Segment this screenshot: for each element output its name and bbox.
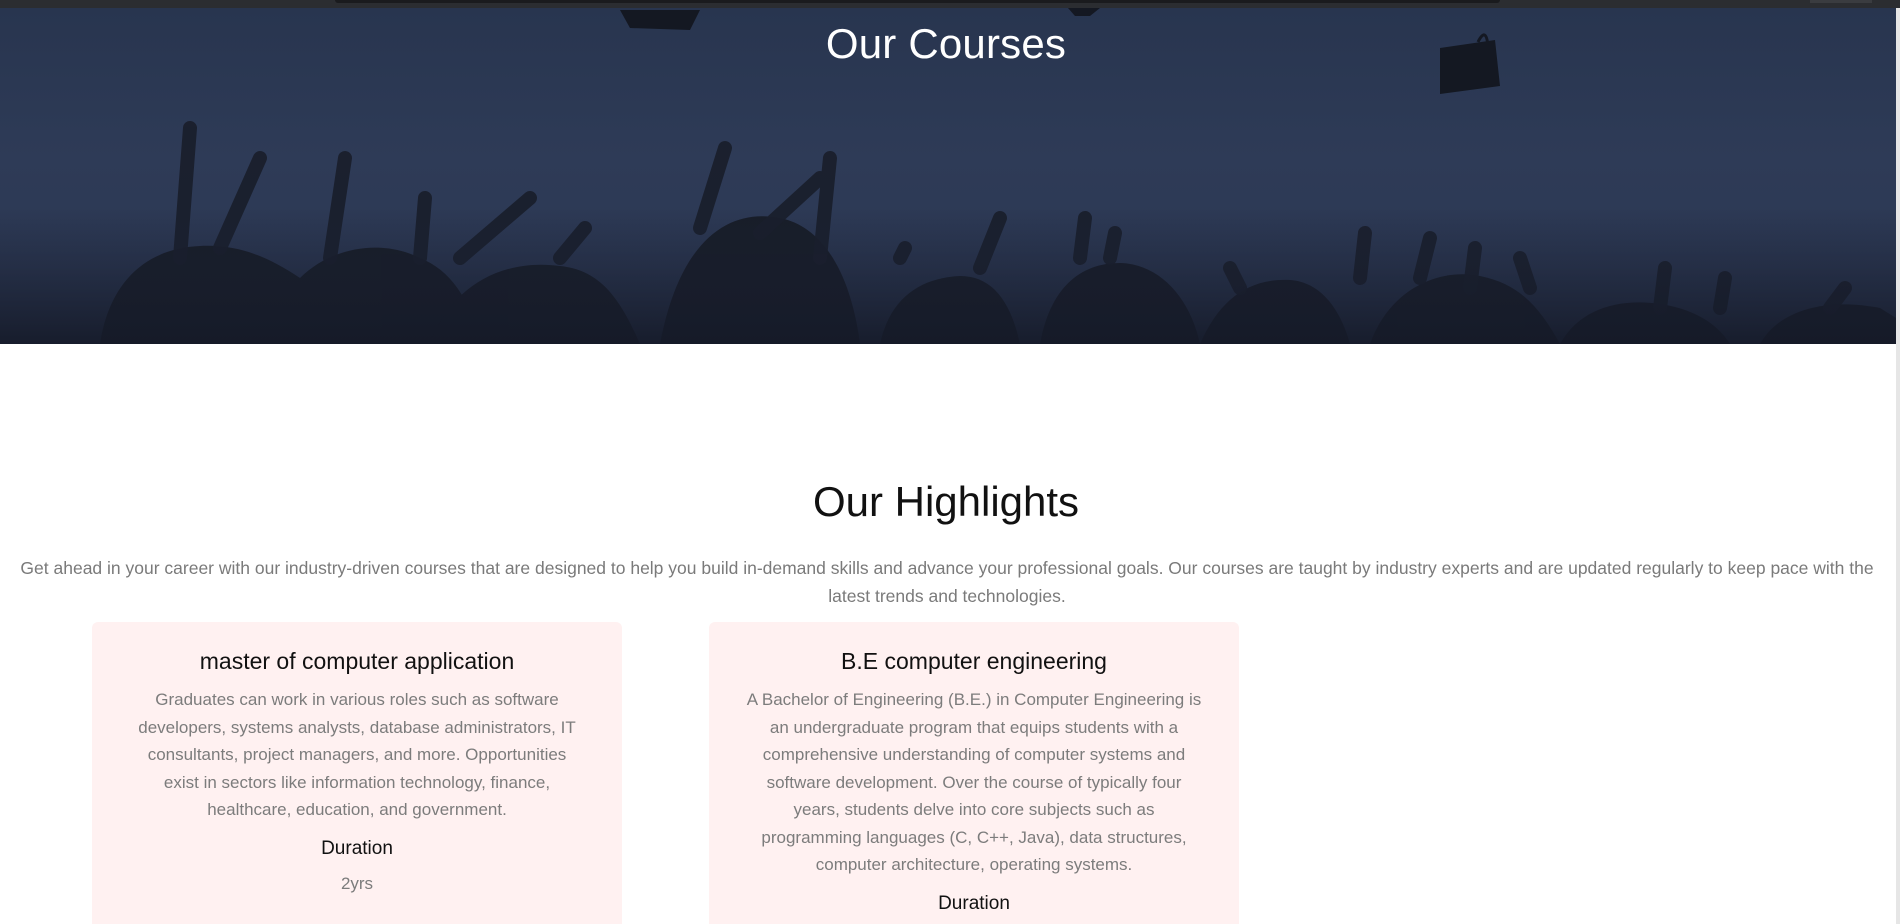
duration-label: Duration [321, 837, 393, 859]
course-description: A Bachelor of Engineering (B.E.) in Comp… [746, 690, 1202, 874]
page-title: Our Courses [825, 20, 1067, 67]
hero-banner: Our Courses [0, 8, 1896, 344]
highlights-heading: Our Highlights [812, 478, 1080, 525]
course-title: master of computer application [199, 648, 515, 674]
duration-label: Duration [938, 892, 1010, 914]
browser-top-bar [0, 0, 1900, 8]
top-bar-control [1810, 0, 1872, 3]
course-card: master of computer application Graduates… [92, 622, 622, 924]
highlights-description: Get ahead in your career with our indust… [20, 558, 1874, 606]
course-title: B.E computer engineering [841, 648, 1107, 674]
course-description: Graduates can work in various roles such… [138, 690, 576, 819]
top-bar-strip [335, 0, 1500, 3]
course-card: B.E computer engineering A Bachelor of E… [709, 622, 1239, 924]
page-scrollbar[interactable] [1896, 8, 1900, 924]
duration-value: 2yrs [340, 873, 374, 893]
